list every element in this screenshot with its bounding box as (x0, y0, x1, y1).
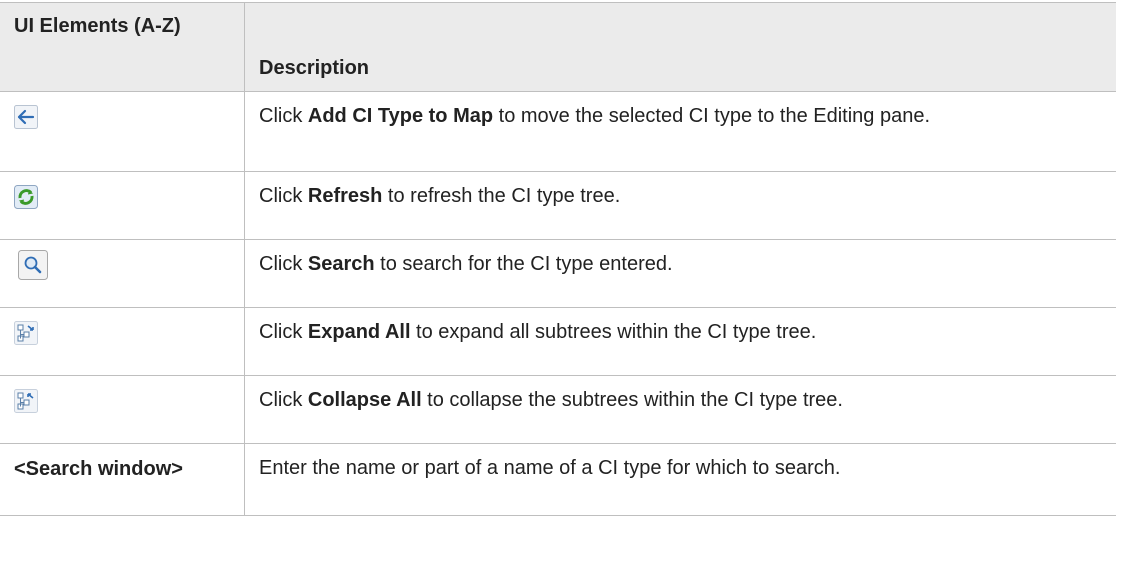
description-text: Click (259, 389, 308, 411)
description-text: to collapse the subtrees within the CI t… (421, 389, 843, 411)
header-ui-elements: UI Elements (A-Z) (0, 2, 245, 92)
element-cell (0, 239, 245, 308)
table-row: Click Collapse All to collapse the subtr… (0, 375, 1116, 444)
element-cell (0, 307, 245, 376)
ui-element-name: Add CI Type to Map (307, 105, 494, 127)
description-cell: Click Search to search for the CI type e… (244, 239, 1116, 308)
element-cell (0, 171, 245, 240)
table-row: Click Expand All to expand all subtrees … (0, 307, 1116, 376)
element-name-cell: <Search window> (0, 443, 245, 516)
description-cell: Click Expand All to expand all subtrees … (244, 307, 1116, 376)
description-text: Click (259, 185, 308, 207)
collapse-all-icon (14, 389, 38, 413)
table-row: <Search window> Enter the name or part o… (0, 443, 1116, 516)
element-cell (0, 91, 245, 172)
ui-element-name: Refresh (307, 185, 383, 207)
expand-all-icon (14, 321, 38, 345)
table-header-row: UI Elements (A-Z) Description (0, 2, 1116, 92)
arrow-left-icon (14, 105, 38, 129)
table-row: Click Add CI Type to Map to move the sel… (0, 91, 1116, 172)
ui-element-name: Search (307, 253, 375, 275)
description-text: to move the selected CI type to the Edit… (493, 105, 931, 127)
description-cell: Click Refresh to refresh the CI type tre… (244, 171, 1116, 240)
description-cell: Click Collapse All to collapse the subtr… (244, 375, 1116, 444)
description-cell: Click Add CI Type to Map to move the sel… (244, 91, 1116, 172)
search-icon (18, 250, 48, 280)
description-cell: Enter the name or part of a name of a CI… (244, 443, 1116, 516)
description-text: Click (259, 105, 308, 127)
table-row: Click Refresh to refresh the CI type tre… (0, 171, 1116, 240)
description-text: Click (259, 253, 308, 275)
ui-element-name: Collapse All (307, 389, 422, 411)
ui-element-name: Expand All (307, 321, 411, 343)
header-description: Description (244, 2, 1116, 92)
description-text: to expand all subtrees within the CI typ… (410, 321, 817, 343)
description-text: to refresh the CI type tree. (382, 185, 621, 207)
refresh-icon (14, 185, 38, 209)
ui-elements-table: UI Elements (A-Z) Description Click Add … (0, 2, 1116, 516)
description-text: Click (259, 321, 308, 343)
table-row: Click Search to search for the CI type e… (0, 239, 1116, 308)
description-text: to search for the CI type entered. (374, 253, 673, 275)
element-cell (0, 375, 245, 444)
